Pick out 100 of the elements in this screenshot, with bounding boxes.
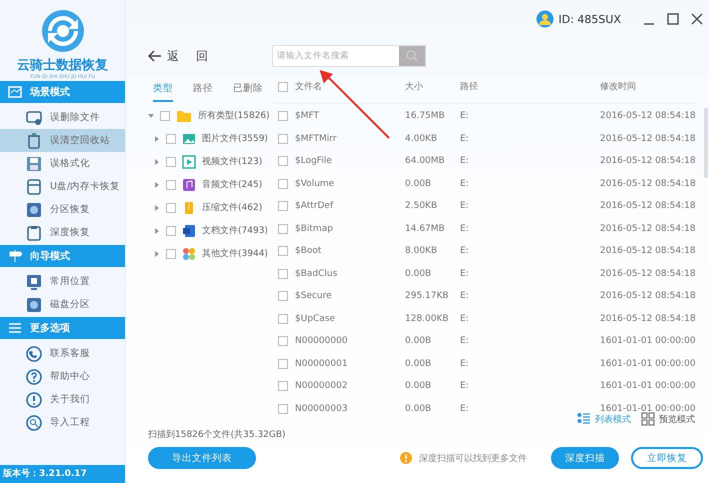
- table-cell-text: E:: [460, 178, 470, 189]
- checkbox[interactable]: [278, 404, 288, 414]
- file-name: N00000003: [295, 404, 348, 414]
- filter-tab[interactable]: 类型: [153, 78, 173, 102]
- checkbox[interactable]: [278, 268, 288, 279]
- checkbox[interactable]: [166, 226, 176, 236]
- table-cell-text: 295.17KB: [405, 291, 450, 302]
- checkbox[interactable]: [278, 314, 288, 324]
- checkbox[interactable]: [278, 291, 288, 302]
- caret-icon[interactable]: [148, 112, 154, 118]
- checkbox[interactable]: [160, 110, 170, 120]
- sidebar-item[interactable]: 联系客服: [0, 342, 125, 365]
- sidebar-item[interactable]: 深度恢复: [0, 221, 125, 244]
- caret-icon[interactable]: [154, 250, 160, 256]
- filter-tab[interactable]: 路径: [193, 78, 213, 102]
- image-icon: [182, 132, 196, 146]
- signpost-icon: [8, 249, 22, 263]
- drive-icon: [26, 178, 42, 194]
- checkbox[interactable]: [278, 336, 288, 346]
- sidebar-item[interactable]: 误清空回收站: [0, 129, 125, 152]
- tree-item[interactable]: 其他文件(3944): [202, 247, 268, 260]
- table-cell: 2016-05-12 08:54:18: [600, 268, 696, 279]
- table-cell: 2016-05-12 08:54:18: [600, 314, 696, 324]
- view-mode-button[interactable]: 预览模式: [641, 411, 695, 427]
- table-cell-text: E:: [460, 201, 470, 212]
- checkbox[interactable]: [278, 224, 288, 234]
- dots-icon: [182, 246, 196, 260]
- checkbox[interactable]: [278, 178, 288, 189]
- checkbox[interactable]: [278, 111, 288, 122]
- hint-text: 深度扫描可以找到更多文件: [419, 452, 527, 464]
- back-button[interactable]: 返 回: [148, 48, 208, 64]
- checkbox[interactable]: [278, 134, 288, 144]
- sidebar-item[interactable]: 磁盘分区: [0, 293, 125, 316]
- tree-item[interactable]: 文档文件(7493): [202, 224, 268, 237]
- file-name: N00000000: [295, 336, 348, 346]
- caret-icon[interactable]: [154, 182, 160, 188]
- grid-icon: [641, 412, 655, 426]
- table-cell: 2016-05-12 08:54:18: [600, 291, 696, 302]
- table-cell: 2016-05-12 08:54:18: [600, 178, 696, 189]
- file-name: $Boot: [295, 246, 322, 256]
- checkbox[interactable]: [278, 246, 288, 256]
- sidebar-item[interactable]: 分区恢复: [0, 198, 125, 221]
- checkbox[interactable]: [166, 248, 176, 258]
- video-icon: [182, 154, 196, 168]
- tree-item[interactable]: 压缩文件(462): [202, 201, 262, 214]
- table-cell-text: 2.50KB: [405, 201, 438, 212]
- folder-icon: [176, 108, 192, 122]
- export-button[interactable]: 导出文件列表: [148, 447, 256, 469]
- section-title: 向导模式: [30, 250, 70, 263]
- checkbox[interactable]: [166, 202, 176, 212]
- tree-item[interactable]: 视频文件(123): [202, 155, 262, 168]
- checkbox[interactable]: [278, 381, 288, 392]
- checkbox[interactable]: [278, 156, 288, 166]
- table-cell-text: E:: [460, 358, 470, 369]
- archive-icon: [182, 200, 196, 214]
- sidebar-item[interactable]: 常用位置: [0, 270, 125, 293]
- table-cell-text: E:: [460, 291, 470, 302]
- tree-item[interactable]: 所有类型(15826): [198, 109, 270, 122]
- table-cell-text: 0.00B: [405, 381, 432, 392]
- sidebar-item[interactable]: 误格式化: [0, 152, 125, 175]
- table-cell: 1601-01-01 00:00:00: [600, 381, 696, 392]
- tree-item[interactable]: 图片文件(3559): [202, 132, 268, 145]
- deep-scan-button[interactable]: 深度扫描: [551, 447, 619, 469]
- caret-icon[interactable]: [154, 158, 160, 164]
- table-cell-text: 0.00B: [405, 336, 432, 346]
- checkbox[interactable]: [278, 82, 288, 92]
- checkbox[interactable]: [278, 201, 288, 212]
- table-cell: 1601-01-01 00:00:00: [600, 336, 696, 346]
- table-cell: 2016-05-12 08:54:18: [600, 224, 696, 234]
- sidebar-item[interactable]: 帮助中心: [0, 365, 125, 388]
- close-icon[interactable]: [691, 13, 703, 25]
- sidebar-item[interactable]: 导入工程: [0, 411, 125, 434]
- sidebar-item[interactable]: U盘/内存卡恢复: [0, 175, 125, 198]
- scrollbar[interactable]: [704, 108, 708, 178]
- checkbox[interactable]: [278, 358, 288, 369]
- checkbox[interactable]: [166, 180, 176, 190]
- checkbox[interactable]: [166, 156, 176, 166]
- recover-button[interactable]: 立即恢复: [631, 447, 703, 469]
- column-header: 修改时间: [600, 80, 637, 93]
- view-mode-button[interactable]: 列表模式: [577, 411, 631, 427]
- window-icon: [26, 274, 42, 290]
- caret-icon[interactable]: [154, 204, 160, 210]
- table-cell-text: 14.67MB: [405, 224, 446, 234]
- filter-tab[interactable]: 已删除: [233, 78, 263, 102]
- tree-item[interactable]: 音频文件(245): [202, 178, 262, 191]
- caret-icon[interactable]: [154, 228, 160, 234]
- list-icon: [577, 412, 591, 426]
- logo-icon: [40, 8, 86, 54]
- column-header: 文件名: [295, 80, 322, 93]
- table-cell-text: 0.00B: [405, 178, 432, 189]
- table-cell-text: 4.00KB: [405, 134, 438, 144]
- sidebar-item[interactable]: 关于我们: [0, 388, 125, 411]
- checkbox[interactable]: [166, 134, 176, 144]
- version-label: 版本号：3.21.0.17: [0, 465, 125, 483]
- table-cell: 2016-05-12 08:54:18: [600, 201, 696, 212]
- file-name: $Secure: [295, 291, 332, 302]
- caret-icon[interactable]: [154, 136, 160, 142]
- sidebar-item[interactable]: 误删除文件: [0, 106, 125, 129]
- table-cell: 1601-01-01 00:00:00: [600, 358, 696, 369]
- maximize-icon[interactable]: [667, 13, 679, 25]
